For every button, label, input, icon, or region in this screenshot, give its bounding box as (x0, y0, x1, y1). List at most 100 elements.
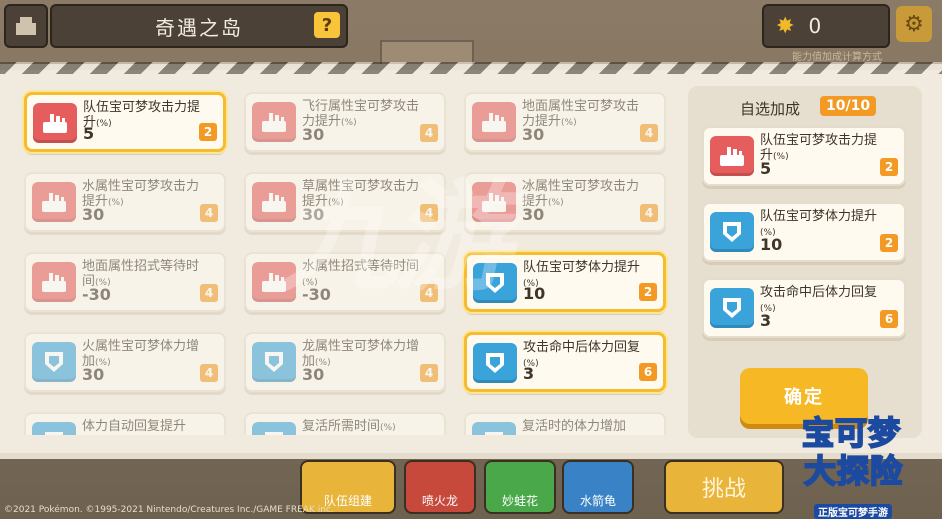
bonus-unit: (%) (380, 423, 396, 433)
bonus-card[interactable]: 复活所需时间(%) (244, 412, 446, 435)
challenge-button[interactable]: 挑战 (664, 460, 784, 514)
bonus-unit: (%) (341, 118, 357, 128)
bonus-name: 攻击命中后体力回复(%) (760, 285, 888, 317)
bonus-name-text: 攻击命中后体力回复 (523, 340, 641, 355)
title-bar: 奇遇之岛 ? (50, 4, 348, 48)
bonus-name-text: 体力自动回复提升 (82, 419, 187, 434)
bonus-unit: (%) (328, 198, 344, 208)
bonus-card[interactable]: 龙属性宝可梦体力增加(%) 30 4 (244, 332, 446, 392)
attack-bonus-icon (33, 103, 77, 143)
cost-badge: 2 (199, 123, 217, 141)
cost-badge: 4 (200, 364, 218, 382)
bonus-unit: (%) (548, 198, 564, 208)
help-button[interactable]: ? (314, 12, 340, 38)
hp-bonus-icon (32, 422, 76, 435)
panel-rail (0, 62, 942, 74)
bonus-name-text: 队伍宝可梦体力提升 (523, 260, 641, 275)
bonus-option-grid[interactable]: 队伍宝可梦攻击力提升(%) 5 2 飞行属性宝可梦攻击力提升(%) 30 4 地面属性宝可梦… (22, 90, 674, 435)
bonus-unit: (%) (108, 198, 124, 208)
bonus-name-text: 复活时的体力增加 (522, 419, 627, 434)
game-logo: 宝可梦 大探险 正版宝可梦手游 (790, 408, 942, 519)
bonus-value: 30 (302, 125, 325, 144)
bonus-value: -30 (302, 285, 331, 304)
bonus-value: 5 (760, 159, 772, 178)
attack-bonus-icon (32, 182, 76, 222)
bonus-card[interactable]: 草属性宝可梦攻击力提升(%) 30 4 (244, 172, 446, 232)
coin-count: 0 (808, 14, 822, 38)
bonus-card[interactable]: 队伍宝可梦攻击力提升(%) 5 2 (24, 92, 226, 152)
bonus-card[interactable]: 复活时的体力增加 (464, 412, 666, 435)
star-coin-icon: ✸ (776, 13, 795, 39)
cost-badge: 4 (420, 284, 438, 302)
bonus-unit: (%) (773, 152, 789, 162)
sub-caption: 能力值加成计算方式 (792, 52, 882, 63)
bonus-name-text: 队伍宝可梦体力提升 (760, 209, 878, 224)
bonus-card[interactable]: 冰属性宝可梦攻击力提升(%) 30 4 (464, 172, 666, 232)
bonus-card[interactable]: 水属性宝可梦攻击力提升(%) 30 4 (24, 172, 226, 232)
attack-bonus-icon (472, 182, 516, 222)
bonus-unit: (%) (561, 118, 577, 128)
bonus-name-text: 攻击命中后体力回复 (760, 285, 878, 300)
bonus-card[interactable]: 队伍宝可梦体力提升(%) 10 2 (702, 202, 906, 262)
bonus-name: 复活时的体力增加 (522, 419, 650, 434)
bonus-value: 3 (760, 311, 772, 330)
bonus-value: 30 (82, 365, 105, 384)
attack-bonus-icon (710, 136, 754, 176)
hp-bonus-icon (473, 263, 517, 303)
bonus-value: 30 (82, 205, 105, 224)
bonus-card[interactable]: 攻击命中后体力回复(%) 3 6 (702, 278, 906, 338)
cost-badge: 4 (420, 124, 438, 142)
cost-badge: 4 (640, 124, 658, 142)
bonus-name-text: 复活所需时间 (302, 419, 381, 434)
logo-line-3: 正版宝可梦手游 (814, 504, 892, 519)
cost-badge: 2 (880, 158, 898, 176)
pokemon-name: 妙蛙花 (501, 494, 538, 508)
bonus-card[interactable]: 水属性招式等待时间(%) -30 4 (244, 252, 446, 312)
attack-bonus-icon (252, 182, 296, 222)
bonus-card[interactable]: 体力自动回复提升 (24, 412, 226, 435)
copyright-text: ©2021 Pokémon. ©1995-2021 Nintendo/Creat… (4, 505, 334, 515)
page-title: 奇遇之岛 (155, 15, 243, 40)
hp-bonus-icon (473, 343, 517, 383)
cost-badge: 4 (640, 204, 658, 222)
bonus-value: 30 (522, 205, 545, 224)
bonus-value: 30 (522, 125, 545, 144)
bonus-value: 10 (760, 235, 783, 254)
bonus-card[interactable]: 地面属性招式等待时间(%) -30 4 (24, 252, 226, 312)
hp-bonus-icon (710, 212, 754, 252)
bonus-value: 5 (83, 124, 95, 143)
bonus-card[interactable]: 队伍宝可梦体力提升(%) 10 2 (464, 252, 666, 312)
bonus-value: 30 (302, 205, 325, 224)
selected-bonus-panel: 自选加成 10/10 确定 队伍宝可梦攻击力提升(%) 5 2 队伍宝可梦体力提升(%… (688, 86, 922, 438)
pokemon-name: 水箭龟 (579, 494, 616, 508)
team-pokemon-slot[interactable]: 妙蛙花 (484, 460, 556, 514)
cost-badge: 4 (420, 204, 438, 222)
team-pokemon-slot[interactable]: 喷火龙 (404, 460, 476, 514)
bonus-card[interactable]: 地面属性宝可梦攻击力提升(%) 30 4 (464, 92, 666, 152)
bonus-value: -30 (82, 285, 111, 304)
bonus-value: 30 (302, 365, 325, 384)
team-pokemon-slot[interactable]: 水箭龟 (562, 460, 634, 514)
bonus-name: 攻击命中后体力回复(%) (523, 340, 651, 372)
selected-count-badge: 10/10 (820, 96, 877, 116)
bonus-card[interactable]: 攻击命中后体力回复(%) 3 6 (464, 332, 666, 392)
bonus-value: 10 (523, 284, 546, 303)
attack-bonus-icon (252, 262, 296, 302)
cost-badge: 2 (880, 234, 898, 252)
hp-bonus-icon (472, 422, 516, 435)
cost-badge: 4 (200, 204, 218, 222)
bonus-card[interactable]: 队伍宝可梦攻击力提升(%) 5 2 (702, 126, 906, 186)
hp-bonus-icon (32, 342, 76, 382)
bonus-name: 复活所需时间(%) (302, 419, 430, 435)
hp-bonus-icon (252, 342, 296, 382)
bonus-card[interactable]: 火属性宝可梦体力增加(%) 30 4 (24, 332, 226, 392)
bonus-name: 体力自动回复提升 (82, 419, 210, 434)
menu-button[interactable] (4, 4, 48, 48)
logo-line-2: 大探险 (803, 451, 904, 491)
shop-button[interactable]: ⚙ (896, 6, 932, 42)
island-icon (16, 17, 36, 35)
bonus-card[interactable]: 飞行属性宝可梦攻击力提升(%) 30 4 (244, 92, 446, 152)
currency-display: ✸ 0 (762, 4, 890, 48)
cost-badge: 6 (639, 363, 657, 381)
bonus-name: 队伍宝可梦攻击力提升(%) (83, 100, 211, 132)
